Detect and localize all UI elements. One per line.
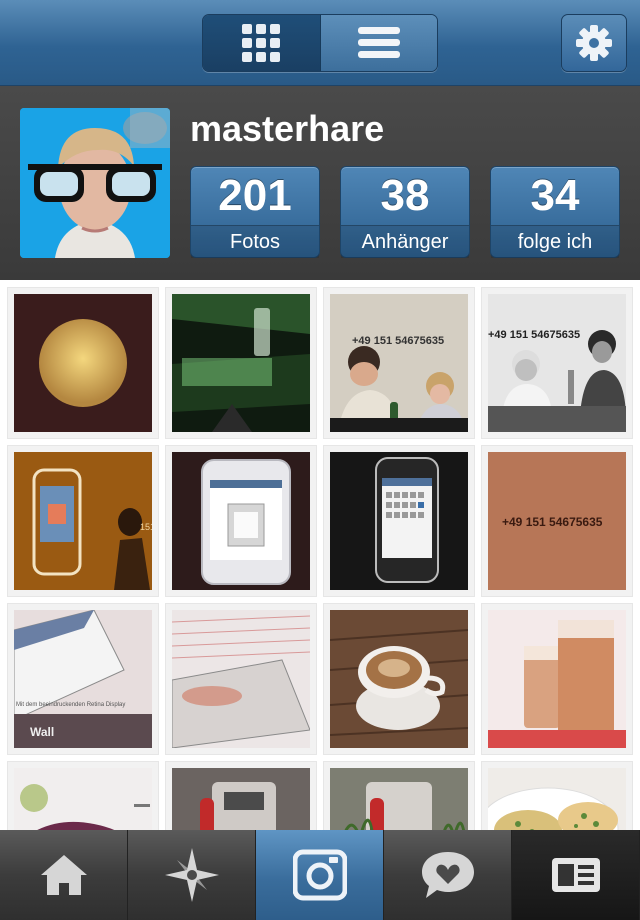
- username: masterhare: [190, 108, 385, 149]
- photo-thumbnail[interactable]: +49 151 54675635: [482, 446, 632, 596]
- stat-label: folge ich: [491, 225, 619, 258]
- photo-thumbnail[interactable]: +49 151 54675635: [324, 288, 474, 438]
- top-bar: [0, 0, 640, 86]
- photo-thumbnail[interactable]: [166, 288, 316, 438]
- list-icon: [357, 27, 400, 58]
- tab-news[interactable]: [384, 830, 512, 920]
- home-icon: [40, 855, 87, 895]
- tab-profile[interactable]: [512, 830, 640, 920]
- profile-header: masterhare 201 Fotos 38 Anhänger 34 folg…: [0, 86, 640, 280]
- stat-label: Anhänger: [341, 225, 469, 258]
- photo-thumbnail[interactable]: [166, 604, 316, 754]
- photo-thumbnail[interactable]: [166, 762, 316, 830]
- stat-value: 201: [218, 171, 292, 220]
- photo-caption: 151: [140, 522, 152, 532]
- photo-grid: +49 151 54675635 +49 151 54675635 15 +49…: [0, 280, 640, 830]
- photo-caption-phone: +49 151 54675635: [502, 515, 603, 529]
- tab-home[interactable]: [0, 830, 128, 920]
- grid-icon: [242, 24, 281, 62]
- avatar[interactable]: [20, 108, 170, 258]
- photo-thumbnail[interactable]: [482, 762, 632, 830]
- photo-thumbnail[interactable]: [324, 604, 474, 754]
- photo-thumbnail[interactable]: Mit dem beeindruckenden Retina Display W…: [8, 604, 158, 754]
- photo-thumbnail[interactable]: [482, 604, 632, 754]
- settings-button[interactable]: [561, 14, 627, 72]
- explore-star-icon: [164, 848, 219, 902]
- photo-thumbnail[interactable]: +49 151 54675635: [482, 288, 632, 438]
- gear-icon: [576, 25, 612, 61]
- stat-value: 38: [380, 171, 430, 220]
- tab-bar: [0, 830, 640, 920]
- tab-explore[interactable]: [128, 830, 256, 920]
- stat-followers-button[interactable]: 38 Anhänger: [340, 166, 470, 258]
- photo-logo: Wall: [30, 725, 54, 739]
- photo-thumbnail[interactable]: [324, 446, 474, 596]
- grid-view-button[interactable]: [203, 15, 321, 71]
- stat-following-button[interactable]: 34 folge ich: [490, 166, 620, 258]
- stat-label: Fotos: [191, 225, 319, 258]
- photo-caption-phone: +49 151 54675635: [488, 329, 580, 341]
- photo-thumbnail[interactable]: [166, 446, 316, 596]
- photo-caption-phone: +49 151 54675635: [352, 335, 444, 347]
- photo-thumbnail[interactable]: 151: [8, 446, 158, 596]
- stat-photos-button[interactable]: 201 Fotos: [190, 166, 320, 258]
- photo-thumbnail[interactable]: [8, 762, 158, 830]
- photo-caption: Mit dem beeindruckenden Retina Display: [16, 702, 125, 708]
- view-toggle: [202, 14, 438, 72]
- camera-icon: [292, 849, 347, 901]
- photo-thumbnail[interactable]: [8, 288, 158, 438]
- stat-value: 34: [530, 171, 580, 220]
- profile-card-icon: [551, 858, 600, 892]
- tab-camera[interactable]: [256, 830, 384, 920]
- photo-thumbnail[interactable]: [324, 762, 474, 830]
- news-heart-icon: [421, 852, 474, 898]
- list-view-button[interactable]: [320, 15, 437, 71]
